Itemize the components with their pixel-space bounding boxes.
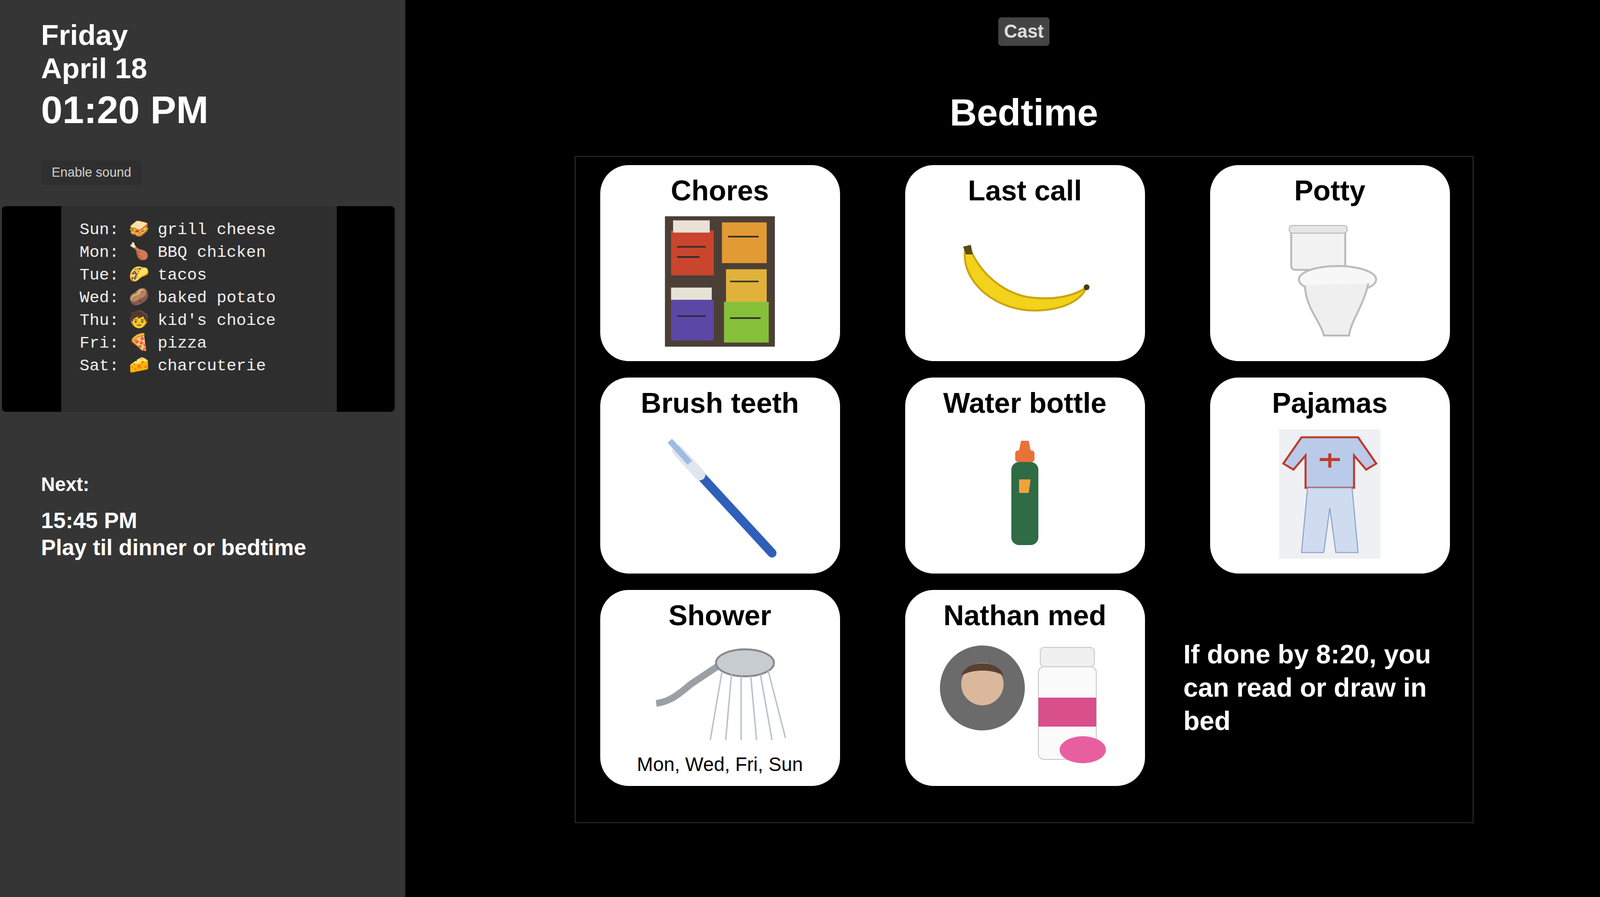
toilet-icon xyxy=(1281,223,1379,340)
routine-card[interactable]: Pajamas xyxy=(1210,377,1450,574)
card-title: Chores xyxy=(670,174,769,208)
shower-icon xyxy=(649,645,790,742)
meal-day: Mon: xyxy=(79,241,120,264)
card-note: Mon, Wed, Fri, Sun xyxy=(636,753,803,775)
card-picture xyxy=(957,211,1093,350)
meal-name: charcuterie xyxy=(157,354,266,378)
card-picture xyxy=(1281,211,1379,350)
toothbrush-icon xyxy=(659,428,781,559)
routine-card[interactable]: Nathan med xyxy=(905,589,1145,786)
enable-sound-button[interactable]: Enable sound xyxy=(41,160,142,185)
meal-emoji: 🍕 xyxy=(128,331,149,355)
clock: FridayApril 1801:20 PM xyxy=(0,18,406,134)
routine-grid: Chores Last call Potty Brush teeth Water bot… xyxy=(574,155,1474,823)
meal-day: Thu: xyxy=(79,309,120,332)
card-picture xyxy=(1279,424,1381,563)
card-picture xyxy=(664,211,775,350)
meal-name: pizza xyxy=(157,331,207,355)
meal-emoji: 🍗 xyxy=(128,241,149,264)
cast-button[interactable]: Cast xyxy=(998,17,1050,46)
screen: FridayApril 1801:20 PM Enable sound Sun: 🥪 g… xyxy=(0,0,1600,897)
card-title: Nathan med xyxy=(943,599,1107,633)
meal-row: Tue: 🌮 tacos xyxy=(79,263,337,287)
routine-card[interactable]: Brush teeth xyxy=(600,377,841,574)
meal-emoji: 🥔 xyxy=(128,286,149,310)
sidebar: FridayApril 1801:20 PM Enable sound Sun: 🥪 g… xyxy=(0,0,406,897)
card-title: Pajamas xyxy=(1271,386,1388,420)
routine-card[interactable]: Last call xyxy=(905,165,1145,361)
water-bottle-icon xyxy=(1005,438,1045,550)
meal-row: Thu: 🧒 kid's choice xyxy=(79,309,337,332)
chores-icon xyxy=(664,216,775,347)
routine-card[interactable]: Shower Mon, Wed, Fri, Sun xyxy=(600,589,841,786)
next-time: 15:45 PM xyxy=(41,506,406,534)
clock-time: 01:20 PM xyxy=(41,86,406,134)
card-picture xyxy=(659,424,781,563)
card-title: Shower xyxy=(668,599,772,633)
meal-name: BBQ chicken xyxy=(157,241,266,264)
routine-card[interactable]: Water bottle xyxy=(905,377,1145,574)
pajamas-icon xyxy=(1279,428,1381,559)
next-activity: Play til dinner or bedtime xyxy=(41,533,406,561)
next-event: Next: 15:45 PMPlay til dinner or bedtime xyxy=(0,411,406,561)
routine-note: If done by 8:20, you can read or draw in… xyxy=(1183,637,1464,737)
meal-emoji: 🧀 xyxy=(128,354,149,378)
meal-row: Wed: 🥔 baked potato xyxy=(79,286,337,310)
card-picture xyxy=(1005,424,1045,563)
clock-date: April 18 xyxy=(41,51,406,85)
meal-name: tacos xyxy=(157,263,207,287)
meal-day: Sun: xyxy=(79,218,120,242)
routine-title: Bedtime xyxy=(949,90,1099,136)
next-label: Next: xyxy=(41,473,406,496)
meal-emoji: 🌮 xyxy=(128,263,149,287)
routine-card[interactable]: Chores xyxy=(600,165,841,361)
meal-emoji: 🧒 xyxy=(128,309,149,332)
card-title: Brush teeth xyxy=(640,386,800,420)
meal-row: Sat: 🧀 charcuterie xyxy=(79,354,337,378)
card-picture xyxy=(937,636,1112,775)
card-title: Last call xyxy=(967,174,1082,208)
clock-day: Friday xyxy=(41,18,406,52)
meal-name: grill cheese xyxy=(157,218,276,242)
meal-row: Fri: 🍕 pizza xyxy=(79,331,337,355)
meal-day: Tue: xyxy=(79,263,120,287)
meal-day: Fri: xyxy=(79,331,120,355)
card-picture xyxy=(649,636,790,750)
meal-row: Mon: 🍗 BBQ chicken xyxy=(79,241,337,264)
banana-icon xyxy=(957,242,1093,320)
card-title: Potty xyxy=(1294,174,1366,208)
meal-day: Wed: xyxy=(79,286,120,310)
medicine-icon xyxy=(937,643,1112,769)
meal-name: baked potato xyxy=(157,286,276,310)
meal-menu: Sun: 🥪 grill cheese Mon: 🍗 BBQ chicken Tue: 🌮 ta… xyxy=(1,206,395,412)
meal-emoji: 🥪 xyxy=(128,218,149,242)
meal-list: Sun: 🥪 grill cheese Mon: 🍗 BBQ chicken Tue: 🌮 ta… xyxy=(61,206,337,412)
card-title: Water bottle xyxy=(943,386,1107,420)
meal-day: Sat: xyxy=(79,354,120,378)
routine-card[interactable]: Potty xyxy=(1210,165,1450,361)
meal-name: kid's choice xyxy=(157,309,276,332)
meal-row: Sun: 🥪 grill cheese xyxy=(79,218,337,242)
routine-pane: Cast Bedtime Chores Last call Potty Brush tee… xyxy=(405,0,1600,897)
